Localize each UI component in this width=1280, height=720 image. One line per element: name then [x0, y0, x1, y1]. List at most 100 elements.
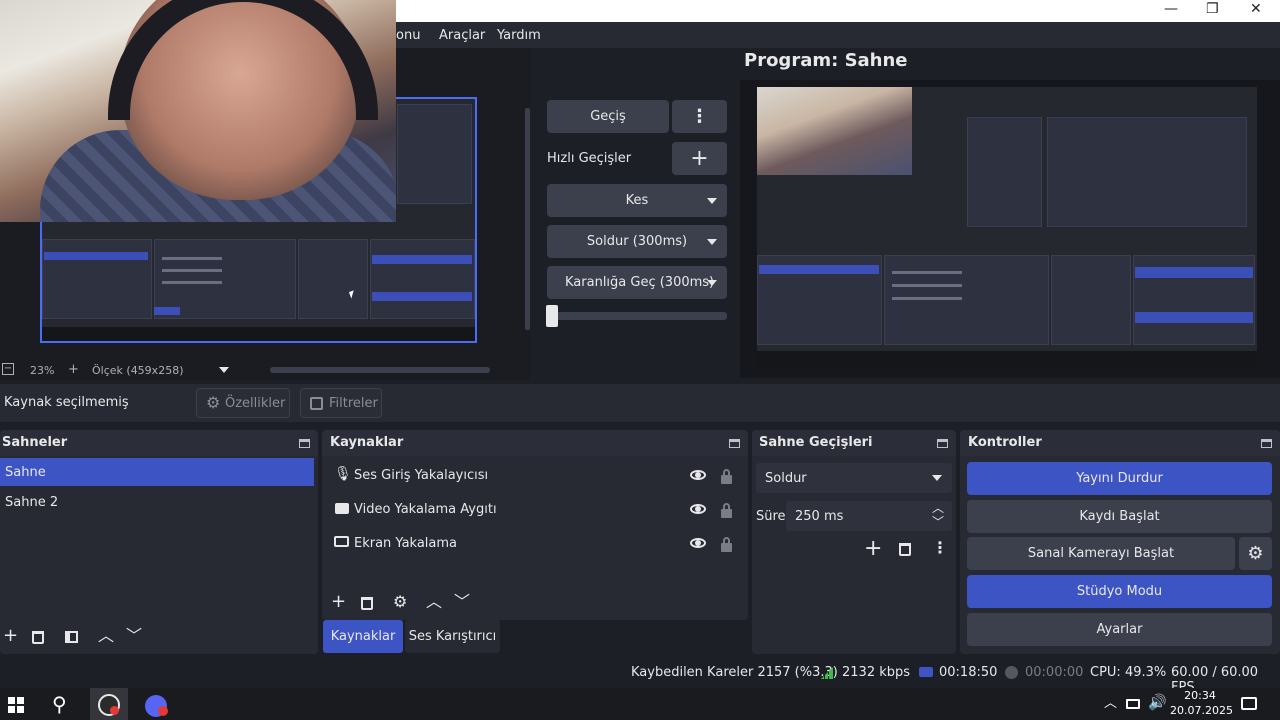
- program-nested-source-line: [892, 284, 962, 287]
- undock-icon[interactable]: [1261, 439, 1272, 448]
- add-transition-icon[interactable]: +: [864, 538, 882, 560]
- restore-button[interactable]: ❐: [1206, 1, 1219, 17]
- no-source-selected-label: Kaynak seçilmemiş: [4, 395, 129, 410]
- trash-icon[interactable]: [361, 597, 373, 610]
- virtualcam-settings-button[interactable]: ⚙: [1239, 537, 1272, 570]
- menu-item-help[interactable]: Yardım: [497, 28, 541, 43]
- filters-button[interactable]: Filtreler: [300, 388, 382, 418]
- program-nested-scene-transitions: [1051, 255, 1131, 345]
- scene-item[interactable]: Sahne 2: [0, 488, 318, 516]
- tray-chevron-up-icon[interactable]: ︿: [1104, 697, 1117, 710]
- trash-icon[interactable]: [899, 543, 911, 556]
- visibility-eye-icon[interactable]: [690, 470, 706, 480]
- search-icon[interactable]: ⚲: [52, 694, 67, 714]
- windows-start-icon[interactable]: [8, 697, 24, 713]
- record-icon: [1005, 666, 1018, 679]
- visibility-eye-icon[interactable]: [690, 504, 706, 514]
- quick-transition-cut[interactable]: Kes: [547, 184, 727, 217]
- menu-item-tools[interactable]: Araçlar: [439, 28, 485, 43]
- source-item[interactable]: 🎙 Ses Giriş Yakalayıcısı: [322, 461, 748, 489]
- quick-transition-fade-to-black[interactable]: Karanlığa Geç (300ms): [547, 266, 727, 299]
- move-down-icon[interactable]: ﹀: [126, 628, 142, 644]
- move-down-icon[interactable]: ﹀: [454, 594, 470, 610]
- streaming-icon: [919, 667, 933, 677]
- nested-tab-selected: [154, 307, 180, 315]
- lock-icon[interactable]: [721, 469, 732, 484]
- tab-audio-mixer[interactable]: Ses Karıştırıcı: [405, 620, 500, 653]
- add-quick-transition-button[interactable]: +: [672, 142, 727, 175]
- nested-controls-dock: [370, 239, 475, 319]
- gear-icon: ⚙: [206, 393, 221, 412]
- zoom-in-button[interactable]: +: [68, 362, 79, 377]
- transition-select-value: Soldur: [765, 471, 807, 486]
- clock-time[interactable]: 20:34: [1175, 689, 1225, 702]
- scene-transitions-title: Sahne Geçişleri: [759, 435, 873, 450]
- start-recording-button[interactable]: Kaydı Başlat: [967, 500, 1272, 533]
- duration-spinbox[interactable]: 250 ms ︿ ﹀: [786, 501, 952, 531]
- tbar-slider-handle[interactable]: [546, 305, 558, 327]
- source-item-label: Ekran Yakalama: [354, 535, 458, 551]
- scene-item[interactable]: Sahne: [0, 458, 314, 486]
- more-options-icon[interactable]: ⋮: [932, 540, 948, 556]
- recording-badge-icon: [110, 706, 119, 715]
- source-item-label: Video Yakalama Aygıtı: [354, 501, 497, 517]
- sources-dock-header: Kaynaklar: [322, 430, 748, 456]
- chevron-down-icon[interactable]: ﹀: [932, 516, 944, 528]
- chevron-up-icon[interactable]: ︿: [932, 502, 944, 514]
- scale-dropdown-icon[interactable]: [219, 367, 229, 373]
- program-nested-studio-mode: [1135, 312, 1253, 323]
- quick-transition-fade[interactable]: Soldur (300ms): [547, 225, 727, 258]
- scene-item-label: Sahne 2: [5, 494, 59, 510]
- microphone-icon: 🎙: [334, 466, 352, 482]
- scene-filters-icon[interactable]: [65, 631, 78, 643]
- add-source-icon[interactable]: +: [331, 593, 346, 611]
- transition-more-button[interactable]: ⋮: [672, 100, 727, 133]
- add-scene-icon[interactable]: +: [3, 627, 18, 645]
- menu-item-docks[interactable]: onu: [396, 28, 420, 43]
- monitor-icon: [334, 536, 349, 547]
- webcam-overlay: [0, 0, 396, 222]
- notifications-icon[interactable]: [1241, 697, 1257, 710]
- transition-button[interactable]: Geçiş: [547, 100, 669, 133]
- studio-mode-button[interactable]: Stüdyo Modu: [967, 575, 1272, 608]
- stop-stream-button[interactable]: Yayını Durdur: [967, 462, 1272, 495]
- move-up-icon[interactable]: ︿: [426, 594, 442, 610]
- controls-dock-header: Kontroller: [960, 430, 1280, 456]
- preview-scrollbar-vertical[interactable]: [525, 108, 530, 330]
- transition-select[interactable]: Soldur: [756, 463, 952, 493]
- clock-date[interactable]: 20.07.2025: [1170, 704, 1233, 717]
- tab-sources[interactable]: Kaynaklar: [323, 620, 403, 653]
- visibility-eye-icon[interactable]: [690, 538, 706, 548]
- filter-icon: [310, 397, 323, 410]
- program-output: [757, 87, 1257, 369]
- scenes-dock-header: Sahneler: [0, 430, 318, 456]
- properties-button[interactable]: ⚙ Özellikler: [196, 388, 290, 418]
- windows-taskbar: [0, 688, 1280, 720]
- tbar-slider-track[interactable]: [547, 312, 727, 320]
- zoom-out-button[interactable]: −: [2, 363, 14, 375]
- settings-button[interactable]: Ayarlar: [967, 613, 1272, 646]
- chevron-down-icon: [707, 279, 717, 286]
- bitrate: 2132 kbps: [842, 665, 911, 680]
- source-toolbar: Kaynak seçilmemiş: [0, 384, 1280, 422]
- undock-icon[interactable]: [729, 439, 740, 448]
- undock-icon[interactable]: [937, 439, 948, 448]
- gear-icon[interactable]: ⚙: [393, 594, 407, 610]
- gear-icon: ⚙: [1247, 542, 1264, 564]
- source-item[interactable]: Ekran Yakalama: [322, 529, 748, 557]
- start-virtualcam-button[interactable]: Sanal Kamerayı Başlat: [967, 537, 1235, 570]
- trash-icon[interactable]: [32, 631, 44, 644]
- minimize-button[interactable]: —: [1164, 1, 1178, 17]
- move-up-icon[interactable]: ︿: [98, 628, 114, 644]
- volume-icon[interactable]: 🔊: [1148, 695, 1167, 710]
- stream-time: 00:18:50: [939, 665, 998, 680]
- network-icon[interactable]: [1126, 699, 1140, 709]
- lock-icon[interactable]: [721, 537, 732, 552]
- close-button[interactable]: ✕: [1250, 1, 1262, 17]
- preview-scrollbar-horizontal[interactable]: [270, 367, 490, 373]
- filters-label: Filtreler: [329, 395, 378, 411]
- source-item[interactable]: Video Yakalama Aygıtı: [322, 495, 748, 523]
- record-time: 00:00:00: [1025, 665, 1084, 680]
- undock-icon[interactable]: [299, 439, 310, 448]
- lock-icon[interactable]: [721, 503, 732, 518]
